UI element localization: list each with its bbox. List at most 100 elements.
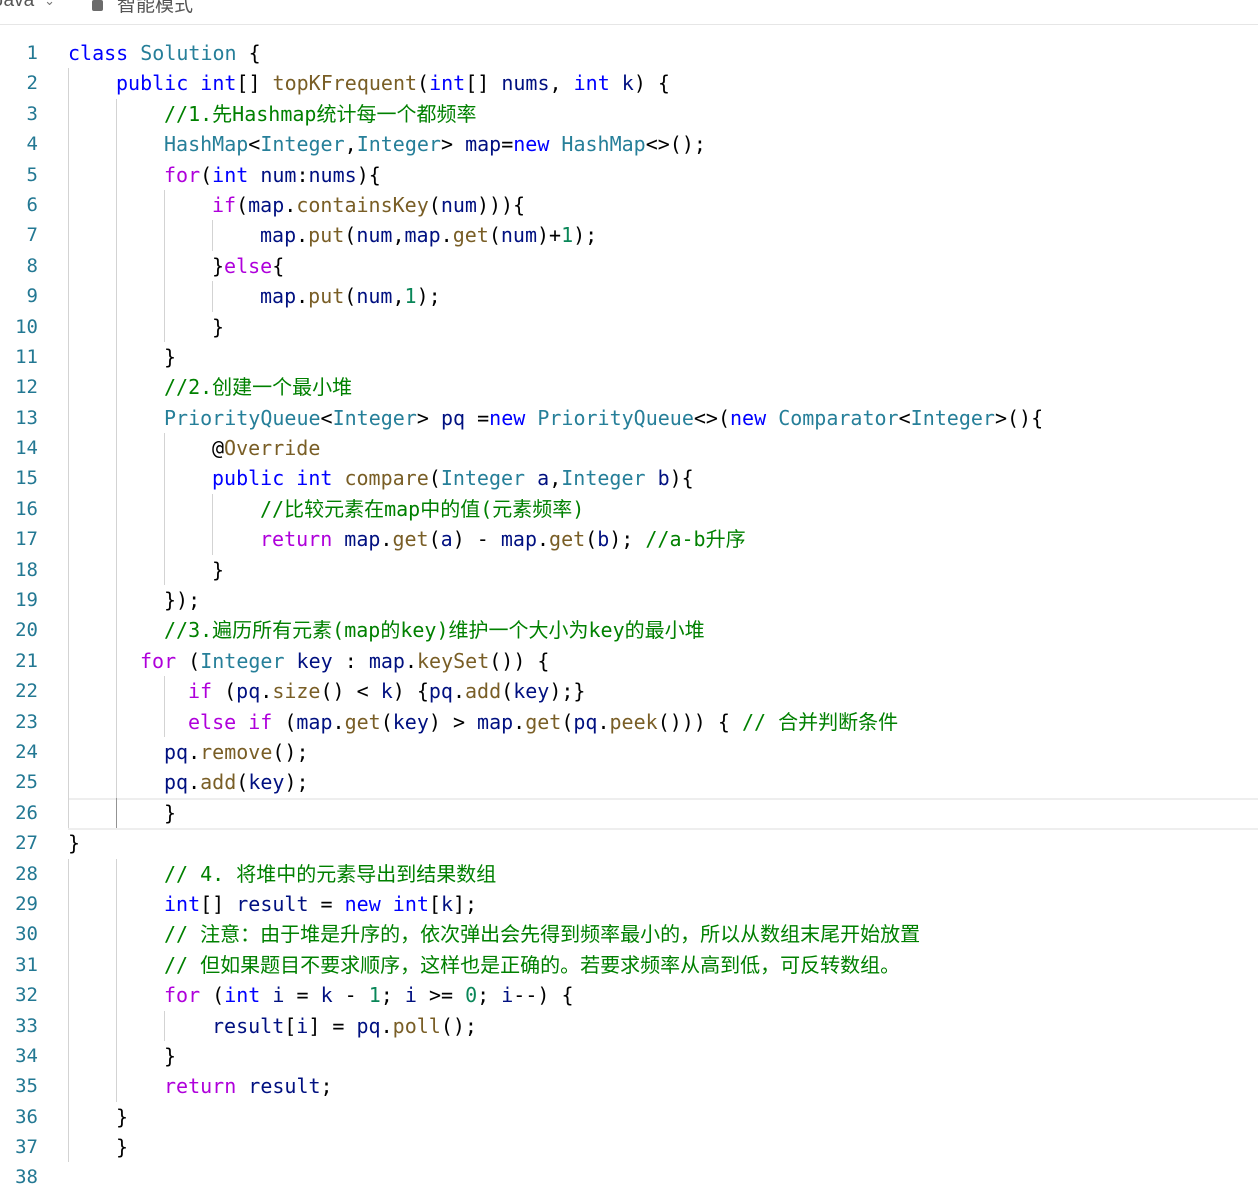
code-token: > xyxy=(416,405,441,430)
code-token: //3.遍历所有元素(map的key)维护一个大小为key的最小堆 xyxy=(164,618,705,643)
code-line[interactable]: 27} xyxy=(0,828,1258,858)
code-line[interactable]: 32 for (int i = k - 1; i >= 0; i--) { xyxy=(0,980,1258,1011)
code-token: else xyxy=(188,709,249,734)
code-token: map xyxy=(260,223,297,248)
line-number: 14 xyxy=(15,437,38,460)
line-number: 20 xyxy=(15,619,38,642)
code-token: pq xyxy=(236,679,261,704)
code-line[interactable]: 11} xyxy=(0,341,1258,373)
code-line[interactable]: 30 // 注意：由于堆是升序的，依次弹出会先得到频率最小的，所以从数组末尾开始放… xyxy=(0,919,1258,950)
code-line[interactable]: 35 return result; xyxy=(0,1071,1258,1102)
code-text: } xyxy=(212,555,224,585)
code-line[interactable]: 16 //比较元素在map中的值(元素频率) xyxy=(0,493,1258,525)
code-token: return xyxy=(164,1074,249,1099)
code-line[interactable]: 17 return map.get(a) - map.get(b); //a-b升… xyxy=(0,524,1258,555)
code-line[interactable]: 23 else if (map.get(key) > map.get(pq.pee… xyxy=(0,706,1258,737)
code-line[interactable]: 2 public int[] topKFrequent(int[] nums, i… xyxy=(0,68,1258,99)
code-line[interactable]: 13 PriorityQueue<Integer> pq =new Priorit… xyxy=(0,402,1258,434)
code-line[interactable]: 7 map.put(num,map.get(num)+1); xyxy=(0,220,1258,251)
code-line[interactable]: 31 // 但如果题目不要求顺序，这样也是正确的。若要求频率从高到低，可反转数组。 xyxy=(0,949,1258,981)
code-token: Integer xyxy=(561,466,658,491)
code-token: , xyxy=(392,223,405,248)
code-token: ( xyxy=(188,648,201,673)
code-token: result xyxy=(248,1074,321,1099)
line-number: 3 xyxy=(26,102,38,125)
code-token: b xyxy=(597,527,610,552)
code-line[interactable]: 8}else{ xyxy=(0,250,1258,282)
current-line-highlight xyxy=(68,797,1258,830)
indent-guide xyxy=(68,706,69,737)
indent-guide xyxy=(164,433,165,464)
code-token: containsKey xyxy=(296,192,429,217)
code-line[interactable]: 14 @Override xyxy=(0,433,1258,464)
code-text: } xyxy=(164,1041,176,1071)
code-token: 1 xyxy=(561,223,574,248)
code-line[interactable]: 26} xyxy=(0,797,1258,830)
indent-guide xyxy=(68,767,69,798)
code-line[interactable]: 10} xyxy=(0,311,1258,342)
code-token: >(){ xyxy=(994,405,1044,430)
code-editor[interactable]: 1 class Solution {2 public int[] topKFrequ… xyxy=(0,38,1258,1193)
code-line[interactable]: 5 for(int num:nums){ xyxy=(0,159,1258,190)
code-token: ) { xyxy=(392,679,429,704)
code-token: Override xyxy=(224,436,321,461)
code-line[interactable]: 20 //3.遍历所有元素(map的key)维护一个大小为key的最小堆 xyxy=(0,615,1258,646)
code-line[interactable]: 4 HashMap<Integer,Integer> map=new HashMa… xyxy=(0,129,1258,160)
code-text: if (pq.size() < k) {pq.add(key);} xyxy=(188,676,585,706)
code-token: . xyxy=(597,709,610,734)
code-line[interactable]: 19}); xyxy=(0,585,1258,616)
code-token: a xyxy=(537,466,550,491)
code-token: new xyxy=(489,405,538,430)
code-token: key xyxy=(248,770,285,795)
code-token: result xyxy=(236,891,309,916)
code-token: <>(); xyxy=(645,132,706,157)
code-token: key xyxy=(392,709,429,734)
code-text: public int compare(Integer a,Integer b){ xyxy=(212,463,694,493)
code-line[interactable]: 12 //2.创建一个最小堆 xyxy=(0,372,1258,403)
indent-guide xyxy=(164,463,165,494)
code-token: // 但如果题目不要求顺序，这样也是正确的。若要求频率从高到低，可反转数组。 xyxy=(164,952,901,977)
code-line[interactable]: 37} xyxy=(0,1132,1258,1163)
line-number: 10 xyxy=(15,315,38,338)
line-number: 28 xyxy=(15,862,38,885)
code-token: k xyxy=(320,983,333,1008)
code-token: //2.创建一个最小堆 xyxy=(164,375,353,400)
code-line[interactable]: 6 if(map.containsKey(num))){ xyxy=(0,189,1258,221)
code-line[interactable]: 28 // 4. 将堆中的元素导出到结果数组 xyxy=(0,858,1258,889)
code-line[interactable]: 3 //1.先Hashmap统计每一个都频率 xyxy=(0,98,1258,130)
line-number: 24 xyxy=(15,740,38,763)
indent-guide xyxy=(116,402,117,434)
code-line[interactable]: 33 result[i] = pq.poll(); xyxy=(0,1010,1258,1041)
indent-guide xyxy=(68,1132,69,1163)
code-text: } xyxy=(116,1132,128,1162)
indent-guide xyxy=(164,493,165,525)
code-line[interactable]: 15 public int compare(Integer a,Integer b… xyxy=(0,463,1258,494)
code-text: //2.创建一个最小堆 xyxy=(164,372,352,402)
code-line[interactable]: 18} xyxy=(0,554,1258,586)
code-line[interactable]: 24 pq.remove(); xyxy=(0,736,1258,768)
code-token: // 合并判断条件 xyxy=(741,709,899,734)
code-line[interactable]: 9 map.put(num,1); xyxy=(0,281,1258,312)
code-token: ( xyxy=(200,162,213,187)
code-line[interactable]: 21 for (Integer key : map.keySet()) { xyxy=(0,645,1258,677)
code-token: . xyxy=(296,223,309,248)
code-token: ){ xyxy=(669,466,694,491)
code-line[interactable]: 29 int[] result = new int[k]; xyxy=(0,888,1258,920)
code-line[interactable]: 22 if (pq.size() < k) {pq.add(key);} xyxy=(0,676,1258,707)
smart-mode-toggle[interactable]: 智能模式 xyxy=(92,0,193,17)
line-number: 19 xyxy=(15,589,38,612)
code-token: Integer xyxy=(200,648,297,673)
line-number: 2 xyxy=(26,72,38,95)
code-token: ( xyxy=(284,709,297,734)
code-text: pq.add(key); xyxy=(164,767,309,797)
language-select[interactable]: Java ⌄ xyxy=(0,0,55,12)
code-line[interactable]: 1 class Solution { xyxy=(0,38,1258,68)
code-line[interactable]: 25 pq.add(key); xyxy=(0,767,1258,798)
code-line[interactable]: 38 xyxy=(0,1162,1258,1192)
code-token: ) > xyxy=(428,709,478,734)
code-text: if(map.containsKey(num))){ xyxy=(212,190,525,220)
code-token: Solution xyxy=(140,41,237,65)
code-token: ( xyxy=(428,192,441,217)
code-line[interactable]: 34} xyxy=(0,1040,1258,1072)
code-line[interactable]: 36} xyxy=(0,1101,1258,1133)
